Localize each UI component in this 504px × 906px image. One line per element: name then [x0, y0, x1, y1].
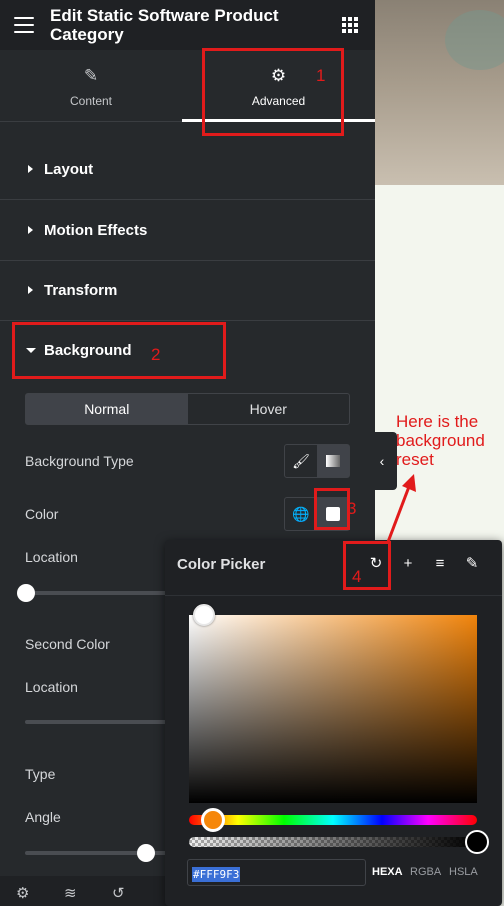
section-layout-label: Layout [44, 161, 94, 178]
background-type-label: Background Type [25, 453, 134, 469]
globe-icon[interactable]: 🌐 [285, 498, 317, 530]
caret-right-icon [28, 165, 33, 173]
annotation-number-3: 3 [347, 499, 357, 518]
hue-handle[interactable] [201, 808, 225, 832]
annotation-box-3 [314, 488, 350, 530]
brush-icon[interactable]: 🖌 [285, 445, 317, 477]
background-type-buttons: 🖌 [284, 444, 350, 478]
saturation-area[interactable] [189, 615, 477, 803]
caret-right-icon [28, 226, 33, 234]
angle-slider-handle[interactable] [137, 844, 155, 862]
opacity-handle[interactable] [465, 830, 489, 854]
plus-icon[interactable]: + [400, 555, 416, 573]
pencil-icon: ✎ [83, 66, 99, 85]
normal-hover-toggle: Normal Hover [25, 393, 350, 425]
eyedropper-icon[interactable]: ✎ [464, 555, 480, 573]
color-label: Color [25, 506, 59, 522]
gradient-icon[interactable] [317, 445, 349, 477]
hex-input[interactable]: #FFF9F3 [187, 859, 366, 886]
location2-label: Location [25, 679, 78, 695]
format-hexa[interactable]: HEXA [372, 866, 403, 878]
hex-value: #FFF9F3 [192, 867, 241, 882]
caret-right-icon [28, 286, 33, 294]
tab-content-label: Content [69, 94, 113, 108]
tab-content[interactable]: ✎ Content [0, 50, 182, 122]
location-label: Location [25, 549, 78, 565]
location-slider[interactable] [25, 591, 175, 595]
layers-icon[interactable]: ≋ [64, 884, 77, 902]
section-layout[interactable]: Layout [0, 140, 375, 200]
preview-image [375, 0, 504, 185]
saturation-handle[interactable] [193, 604, 215, 626]
format-hsla[interactable]: HSLA [449, 866, 478, 878]
color-picker-title: Color Picker [177, 556, 266, 573]
color-picker-popup: Color Picker ↻ + ≡ ✎ #FFF9F3 HEXA RGBA H… [165, 540, 502, 906]
annotation-number-4: 4 [352, 567, 362, 586]
annotation-note: Here is the background reset [396, 412, 485, 469]
tab-normal[interactable]: Normal [26, 394, 188, 424]
section-transform-label: Transform [44, 282, 118, 299]
section-motion-effects[interactable]: Motion Effects [0, 201, 375, 261]
format-rgba[interactable]: RGBA [410, 866, 441, 878]
annotation-box-1 [202, 48, 344, 136]
location2-slider[interactable] [25, 720, 175, 724]
panel-header: Edit Static Software Product Category [0, 0, 375, 50]
angle-label: Angle [25, 809, 61, 825]
type-label: Type [25, 766, 56, 782]
tab-hover[interactable]: Hover [188, 394, 350, 424]
database-icon[interactable]: ≡ [432, 555, 448, 573]
history-icon[interactable]: ↺ [112, 884, 125, 902]
hue-slider[interactable] [189, 815, 477, 825]
section-transform[interactable]: Transform [0, 261, 375, 321]
annotation-number-1: 1 [316, 66, 326, 85]
opacity-slider[interactable] [189, 837, 477, 847]
location-slider-handle[interactable] [17, 584, 35, 602]
panel-title: Edit Static Software Product Category [50, 6, 279, 44]
hamburger-menu-icon[interactable] [14, 17, 34, 33]
annotation-number-2: 2 [151, 345, 161, 364]
second-color-label: Second Color [25, 636, 110, 652]
widgets-grid-icon[interactable] [342, 17, 358, 33]
annotation-arrow [386, 474, 416, 543]
section-motion-label: Motion Effects [44, 222, 148, 239]
settings-icon[interactable]: ⚙ [16, 884, 29, 902]
annotation-box-2 [12, 322, 226, 379]
